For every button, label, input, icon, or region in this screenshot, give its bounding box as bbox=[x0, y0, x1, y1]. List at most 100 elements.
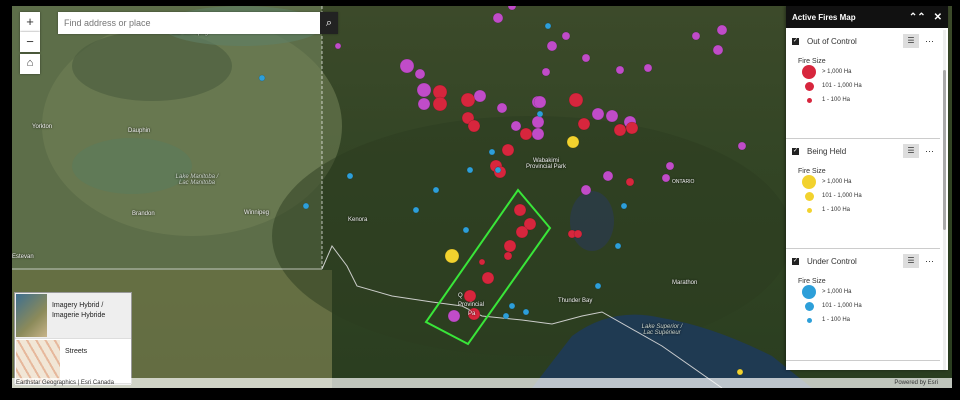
fire-marker-under-control[interactable] bbox=[488, 148, 496, 156]
legend-swatch-medium bbox=[804, 191, 814, 201]
fire-marker-being-held[interactable] bbox=[566, 135, 580, 149]
fire-marker-under-control[interactable] bbox=[494, 166, 502, 174]
more-options-icon[interactable]: ⋯ bbox=[925, 146, 934, 157]
app-frame: Lac Winnipeg Yorkton Dauphin Lake Manito… bbox=[0, 0, 960, 400]
fire-marker-other[interactable] bbox=[546, 40, 558, 52]
fire-marker-other[interactable] bbox=[399, 58, 415, 74]
fire-marker-under-control[interactable] bbox=[258, 74, 266, 82]
streets-thumbnail bbox=[16, 340, 60, 383]
fire-marker-other[interactable] bbox=[510, 120, 522, 132]
fire-marker-out-of-control[interactable] bbox=[573, 229, 583, 239]
basemap-imagery-hybrid[interactable]: Imagery Hybrid / Imagerie Hybride bbox=[15, 293, 131, 339]
fire-marker-other[interactable] bbox=[561, 31, 571, 41]
fire-marker-other[interactable] bbox=[615, 65, 625, 75]
fire-marker-other[interactable] bbox=[531, 115, 545, 129]
legend-label: 1 - 100 Ha bbox=[822, 97, 851, 103]
panel-scrollbar[interactable] bbox=[943, 30, 946, 370]
fire-marker-under-control[interactable] bbox=[594, 282, 602, 290]
fire-marker-out-of-control[interactable] bbox=[568, 92, 584, 108]
fire-marker-under-control[interactable] bbox=[412, 206, 420, 214]
collapse-icon[interactable]: ⌃⌃ bbox=[909, 12, 926, 23]
fire-marker-other[interactable] bbox=[591, 107, 605, 121]
fire-marker-other[interactable] bbox=[492, 12, 504, 24]
fire-marker-other[interactable] bbox=[605, 109, 619, 123]
legend-item: 101 - 1,000 Ha bbox=[786, 299, 940, 313]
fire-marker-other[interactable] bbox=[473, 89, 487, 103]
fire-marker-out-of-control[interactable] bbox=[515, 225, 529, 239]
legend-list-button[interactable]: ☰ bbox=[903, 254, 919, 268]
fire-marker-other[interactable] bbox=[447, 309, 461, 323]
fire-marker-under-control[interactable] bbox=[614, 242, 622, 250]
fire-marker-other[interactable] bbox=[417, 97, 431, 111]
fire-marker-under-control[interactable] bbox=[502, 312, 510, 320]
zoom-out-button[interactable]: − bbox=[20, 32, 40, 52]
fire-marker-other[interactable] bbox=[661, 173, 671, 183]
legend-list-button[interactable]: ☰ bbox=[903, 34, 919, 48]
scrollbar-thumb[interactable] bbox=[943, 70, 946, 230]
fire-marker-other[interactable] bbox=[580, 184, 592, 196]
legend-panel: Active Fires Map ⌃⌃ ✕ ✓ Out of Control ☰… bbox=[786, 6, 948, 370]
fire-marker-under-control[interactable] bbox=[302, 202, 310, 210]
fire-marker-under-control[interactable] bbox=[508, 302, 516, 310]
search-input[interactable] bbox=[58, 12, 320, 34]
fire-marker-out-of-control[interactable] bbox=[577, 117, 591, 131]
fire-marker-out-of-control[interactable] bbox=[467, 119, 481, 133]
fire-marker-other[interactable] bbox=[716, 24, 728, 36]
fire-marker-other[interactable] bbox=[581, 53, 591, 63]
fire-marker-out-of-control[interactable] bbox=[432, 96, 448, 112]
list-icon: ☰ bbox=[907, 36, 915, 45]
fire-marker-under-control[interactable] bbox=[544, 22, 552, 30]
fire-marker-other[interactable] bbox=[712, 44, 724, 56]
fire-marker-out-of-control[interactable] bbox=[503, 251, 513, 261]
fire-marker-other[interactable] bbox=[691, 31, 701, 41]
fire-marker-other[interactable] bbox=[643, 63, 653, 73]
fire-marker-other[interactable] bbox=[507, 6, 517, 11]
fire-marker-other[interactable] bbox=[602, 170, 614, 182]
fire-marker-out-of-control[interactable] bbox=[519, 127, 533, 141]
fire-marker-other[interactable] bbox=[737, 141, 747, 151]
fire-marker-other[interactable] bbox=[334, 42, 342, 50]
close-icon[interactable]: ✕ bbox=[934, 12, 942, 23]
fire-marker-out-of-control[interactable] bbox=[625, 177, 635, 187]
fire-marker-other[interactable] bbox=[414, 68, 426, 80]
legend-list-button[interactable]: ☰ bbox=[903, 144, 919, 158]
fire-marker-out-of-control[interactable] bbox=[463, 289, 477, 303]
fire-marker-out-of-control[interactable] bbox=[478, 258, 486, 266]
fire-marker-other[interactable] bbox=[533, 95, 547, 109]
fire-marker-out-of-control[interactable] bbox=[613, 123, 627, 137]
fire-marker-under-control[interactable] bbox=[466, 166, 474, 174]
fire-marker-out-of-control[interactable] bbox=[513, 203, 527, 217]
label-quetico: Provincial bbox=[458, 302, 485, 308]
label-quetico-p: Pa bbox=[468, 311, 476, 317]
fire-marker-out-of-control[interactable] bbox=[503, 239, 517, 253]
fire-marker-under-control[interactable] bbox=[522, 308, 530, 316]
fire-marker-out-of-control[interactable] bbox=[460, 92, 476, 108]
more-options-icon[interactable]: ⋯ bbox=[925, 36, 934, 47]
zoom-in-button[interactable]: + bbox=[20, 12, 40, 32]
label-kenora: Kenora bbox=[348, 217, 368, 223]
fire-marker-under-control[interactable] bbox=[462, 226, 470, 234]
fire-marker-being-held[interactable] bbox=[736, 368, 744, 376]
fire-marker-under-control[interactable] bbox=[432, 186, 440, 194]
fire-marker-other[interactable] bbox=[541, 67, 551, 77]
fire-marker-other[interactable] bbox=[416, 82, 432, 98]
layer-checkbox[interactable]: ✓ bbox=[792, 147, 799, 155]
section-header: ✓ Under Control ☰ ⋯ bbox=[786, 250, 940, 272]
search-button[interactable]: ⌕ bbox=[320, 12, 338, 34]
home-button[interactable]: ⌂ bbox=[20, 54, 40, 74]
fire-marker-other[interactable] bbox=[531, 127, 545, 141]
fire-marker-being-held[interactable] bbox=[444, 248, 460, 264]
fire-marker-under-control[interactable] bbox=[536, 110, 544, 118]
more-options-icon[interactable]: ⋯ bbox=[925, 256, 934, 267]
label-dauphin: Dauphin bbox=[128, 128, 151, 134]
fire-marker-under-control[interactable] bbox=[346, 172, 354, 180]
fire-marker-other[interactable] bbox=[665, 161, 675, 171]
fire-marker-other[interactable] bbox=[496, 102, 508, 114]
fire-marker-out-of-control[interactable] bbox=[481, 271, 495, 285]
fire-marker-under-control[interactable] bbox=[620, 202, 628, 210]
fire-marker-out-of-control[interactable] bbox=[501, 143, 515, 157]
layer-checkbox[interactable]: ✓ bbox=[792, 37, 799, 45]
fire-marker-out-of-control[interactable] bbox=[625, 121, 639, 135]
layer-checkbox[interactable]: ✓ bbox=[792, 257, 799, 265]
legend-item: 101 - 1,000 Ha bbox=[786, 189, 940, 203]
